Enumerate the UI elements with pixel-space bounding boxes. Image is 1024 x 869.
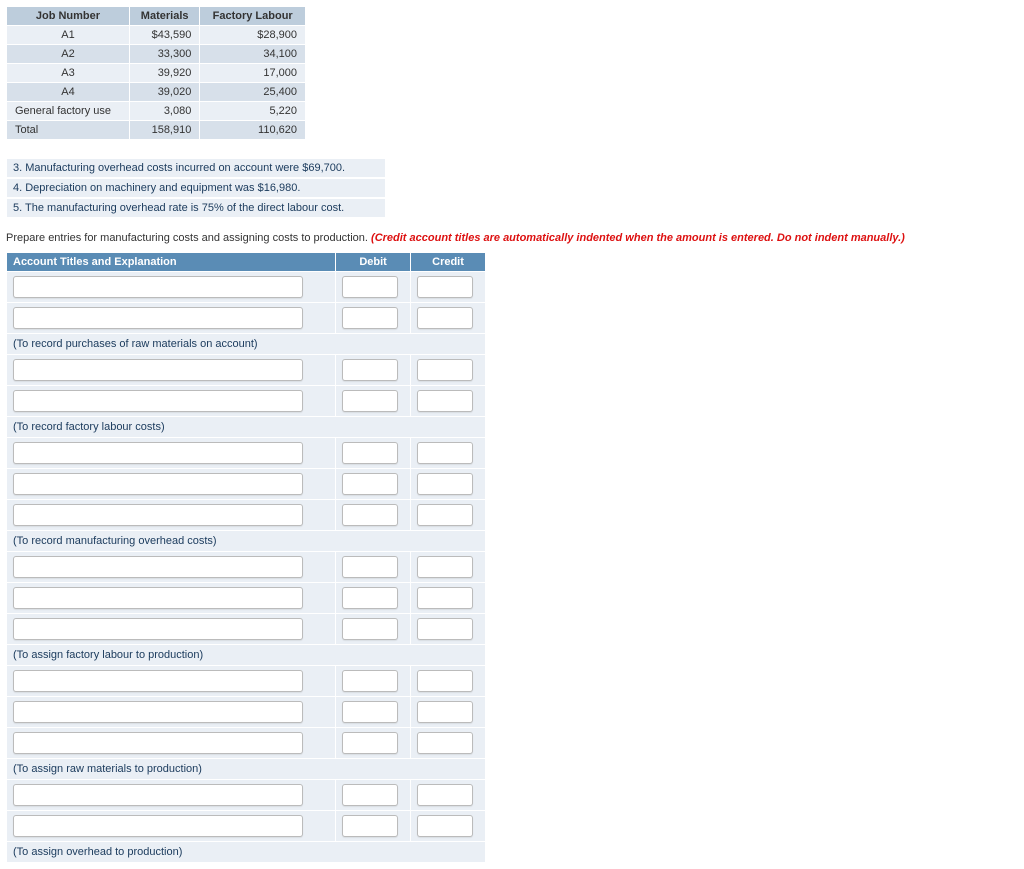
account-input[interactable] — [13, 359, 303, 381]
cell: 5,220 — [200, 102, 306, 121]
cell: 158,910 — [129, 121, 199, 140]
debit-input[interactable] — [342, 359, 398, 381]
debit-input[interactable] — [342, 732, 398, 754]
cell: 33,300 — [129, 45, 199, 64]
credit-input[interactable] — [417, 307, 473, 329]
entry-description: (To assign raw materials to production) — [7, 759, 486, 780]
cell: A2 — [7, 45, 130, 64]
debit-input[interactable] — [342, 390, 398, 412]
cell: 110,620 — [200, 121, 306, 140]
credit-input[interactable] — [417, 359, 473, 381]
note-3: 3. Manufacturing overhead costs incurred… — [6, 158, 386, 178]
col-job: Job Number — [7, 7, 130, 26]
account-input[interactable] — [13, 732, 303, 754]
cell: 39,020 — [129, 83, 199, 102]
credit-input[interactable] — [417, 784, 473, 806]
account-input[interactable] — [13, 701, 303, 723]
entry-description: (To record factory labour costs) — [7, 417, 486, 438]
account-input[interactable] — [13, 587, 303, 609]
cell: $28,900 — [200, 26, 306, 45]
debit-input[interactable] — [342, 504, 398, 526]
debit-input[interactable] — [342, 276, 398, 298]
col-materials: Materials — [129, 7, 199, 26]
debit-input[interactable] — [342, 473, 398, 495]
account-input[interactable] — [13, 504, 303, 526]
cell: $43,590 — [129, 26, 199, 45]
account-input[interactable] — [13, 556, 303, 578]
account-input[interactable] — [13, 442, 303, 464]
credit-input[interactable] — [417, 473, 473, 495]
account-input[interactable] — [13, 390, 303, 412]
entry-description: (To record purchases of raw materials on… — [7, 334, 486, 355]
cell: 34,100 — [200, 45, 306, 64]
col-credit: Credit — [411, 253, 486, 272]
note-4: 4. Depreciation on machinery and equipme… — [6, 178, 386, 198]
debit-input[interactable] — [342, 784, 398, 806]
debit-input[interactable] — [342, 618, 398, 640]
cell: 17,000 — [200, 64, 306, 83]
credit-input[interactable] — [417, 442, 473, 464]
entry-description: (To record manufacturing overhead costs) — [7, 531, 486, 552]
debit-input[interactable] — [342, 307, 398, 329]
debit-input[interactable] — [342, 587, 398, 609]
journal-entry-table: Account Titles and Explanation Debit Cre… — [6, 252, 486, 863]
debit-input[interactable] — [342, 442, 398, 464]
debit-input[interactable] — [342, 556, 398, 578]
debit-input[interactable] — [342, 670, 398, 692]
credit-input[interactable] — [417, 276, 473, 298]
credit-input[interactable] — [417, 504, 473, 526]
instruction-warning: (Credit account titles are automatically… — [371, 232, 905, 244]
cell: A1 — [7, 26, 130, 45]
cell: A3 — [7, 64, 130, 83]
col-debit: Debit — [336, 253, 411, 272]
account-input[interactable] — [13, 473, 303, 495]
credit-input[interactable] — [417, 815, 473, 837]
cell: 39,920 — [129, 64, 199, 83]
entry-description: (To assign overhead to production) — [7, 842, 486, 863]
account-input[interactable] — [13, 815, 303, 837]
credit-input[interactable] — [417, 587, 473, 609]
notes-list: 3. Manufacturing overhead costs incurred… — [6, 158, 386, 218]
credit-input[interactable] — [417, 670, 473, 692]
cell: A4 — [7, 83, 130, 102]
cell: 3,080 — [129, 102, 199, 121]
account-input[interactable] — [13, 276, 303, 298]
cell: Total — [7, 121, 130, 140]
col-labour: Factory Labour — [200, 7, 306, 26]
account-input[interactable] — [13, 784, 303, 806]
account-input[interactable] — [13, 670, 303, 692]
credit-input[interactable] — [417, 618, 473, 640]
instruction-main: Prepare entries for manufacturing costs … — [6, 232, 371, 244]
credit-input[interactable] — [417, 390, 473, 412]
instruction-text: Prepare entries for manufacturing costs … — [6, 232, 1018, 244]
col-account: Account Titles and Explanation — [7, 253, 336, 272]
cost-table: Job Number Materials Factory Labour A1$4… — [6, 6, 306, 140]
debit-input[interactable] — [342, 701, 398, 723]
credit-input[interactable] — [417, 732, 473, 754]
credit-input[interactable] — [417, 701, 473, 723]
debit-input[interactable] — [342, 815, 398, 837]
credit-input[interactable] — [417, 556, 473, 578]
account-input[interactable] — [13, 618, 303, 640]
entry-description: (To assign factory labour to production) — [7, 645, 486, 666]
note-5: 5. The manufacturing overhead rate is 75… — [6, 198, 386, 218]
cell: General factory use — [7, 102, 130, 121]
cell: 25,400 — [200, 83, 306, 102]
account-input[interactable] — [13, 307, 303, 329]
